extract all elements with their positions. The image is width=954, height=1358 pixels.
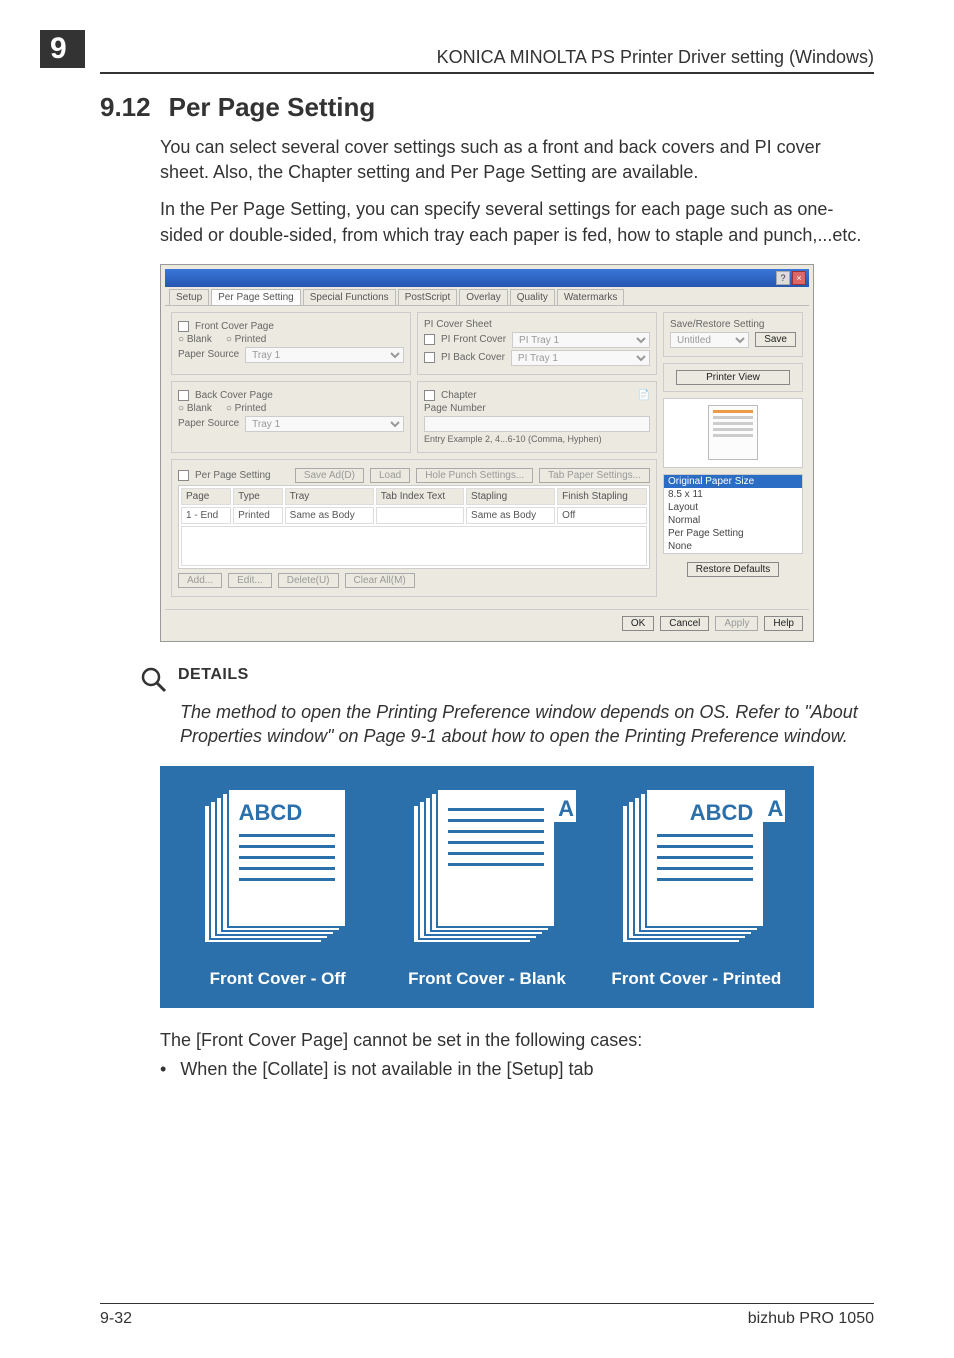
details-label: DETAILS [178, 666, 249, 684]
tab-paper-button[interactable]: Tab Paper Settings... [539, 468, 650, 483]
pi-back-checkbox[interactable] [424, 352, 435, 363]
help-icon[interactable]: ? [776, 271, 790, 285]
page-number-label: Page Number [424, 403, 486, 414]
diagram-label-1: ABCD [239, 800, 335, 826]
pi-front-select[interactable]: PI Tray 1 [512, 332, 650, 348]
pi-cover-label: PI Cover Sheet [424, 319, 492, 330]
tab-watermarks[interactable]: Watermarks [557, 289, 625, 305]
chapter-checkbox[interactable] [424, 390, 435, 401]
footer-page-number: 9-32 [100, 1310, 132, 1328]
tab-special-functions[interactable]: Special Functions [303, 289, 396, 305]
diagram-label-3-top: ABCD [657, 800, 753, 826]
back-cover-label: Back Cover Page [195, 390, 273, 401]
back-cover-checkbox[interactable] [178, 390, 189, 401]
apply-button[interactable]: Apply [715, 616, 758, 631]
details-text: The method to open the Printing Preferen… [180, 700, 874, 749]
section-number: 9.12 [100, 92, 151, 122]
save-restore-label: Save/Restore Setting [670, 319, 765, 330]
front-cover-checkbox[interactable] [178, 321, 189, 332]
printer-view-button[interactable]: Printer View [676, 370, 789, 385]
info-list: Original Paper Size 8.5 x 11 Layout Norm… [663, 474, 803, 554]
note-intro: The [Front Cover Page] cannot be set in … [160, 1030, 874, 1051]
paragraph-1: You can select several cover settings su… [160, 135, 874, 185]
add-button[interactable]: Add... [178, 573, 222, 588]
bullet-dot: • [160, 1057, 166, 1082]
page-number-input[interactable] [424, 416, 650, 432]
setting-name-select[interactable]: Untitled [670, 332, 749, 348]
cancel-button[interactable]: Cancel [660, 616, 709, 631]
tab-quality[interactable]: Quality [510, 289, 555, 305]
ok-button[interactable]: OK [622, 616, 654, 631]
magnifier-icon [140, 666, 168, 694]
section-heading: 9.12 Per Page Setting [100, 92, 874, 123]
back-paper-source-select[interactable]: Tray 1 [245, 416, 404, 432]
section-title: Per Page Setting [169, 92, 376, 122]
pi-front-checkbox[interactable] [424, 334, 435, 345]
save-add-button[interactable]: Save Ad(D) [295, 468, 364, 483]
front-paper-source-select[interactable]: Tray 1 [245, 347, 404, 363]
diagram-caption-1: Front Cover - Off [210, 968, 346, 989]
dialog-screenshot: ? × Setup Per Page Setting Special Funct… [160, 264, 814, 642]
tab-postscript[interactable]: PostScript [398, 289, 458, 305]
close-icon[interactable]: × [792, 271, 806, 285]
chapter-label: Chapter [441, 390, 477, 401]
footer-product: bizhub PRO 1050 [748, 1310, 874, 1328]
help-button[interactable]: Help [764, 616, 803, 631]
front-cover-label: Front Cover Page [195, 321, 274, 332]
per-page-table: PageTypeTrayTab Index TextStaplingFinish… [178, 485, 650, 569]
tab-setup[interactable]: Setup [169, 289, 209, 305]
diagram-label-2: A [552, 790, 576, 822]
front-paper-source-label: Paper Source [178, 349, 239, 360]
chapter-example: Entry Example 2, 4...6-10 (Comma, Hyphen… [424, 434, 602, 444]
dialog-titlebar: ? × [165, 269, 809, 287]
restore-defaults-button[interactable]: Restore Defaults [687, 562, 779, 577]
table-row[interactable]: 1 - EndPrintedSame as BodySame as BodyOf… [181, 507, 647, 524]
chapter-badge: 9 [40, 30, 85, 68]
diagram-caption-2: Front Cover - Blank [408, 968, 566, 989]
hole-punch-button[interactable]: Hole Punch Settings... [416, 468, 533, 483]
paragraph-2: In the Per Page Setting, you can specify… [160, 197, 874, 247]
pi-back-select[interactable]: PI Tray 1 [511, 350, 650, 366]
preview-thumbnail [663, 398, 803, 468]
diagram-caption-3: Front Cover - Printed [611, 968, 781, 989]
page-header-title: KONICA MINOLTA PS Printer Driver setting… [437, 47, 874, 68]
per-page-checkbox[interactable] [178, 470, 189, 481]
delete-button[interactable]: Delete(U) [278, 573, 339, 588]
tab-per-page-setting[interactable]: Per Page Setting [211, 289, 301, 305]
tab-overlay[interactable]: Overlay [459, 289, 507, 305]
edit-button[interactable]: Edit... [228, 573, 272, 588]
load-button[interactable]: Load [370, 468, 410, 483]
dialog-tabs: Setup Per Page Setting Special Functions… [165, 287, 809, 306]
per-page-label: Per Page Setting [195, 470, 271, 481]
back-paper-source-label: Paper Source [178, 418, 239, 429]
save-button[interactable]: Save [755, 332, 796, 347]
diagram-label-3: A [761, 790, 785, 822]
clear-all-button[interactable]: Clear All(M) [345, 573, 415, 588]
bullet-text: When the [Collate] is not available in t… [180, 1057, 593, 1082]
cover-diagram: ABCD Front Cover - Off A Front Cover - B… [160, 766, 814, 1007]
